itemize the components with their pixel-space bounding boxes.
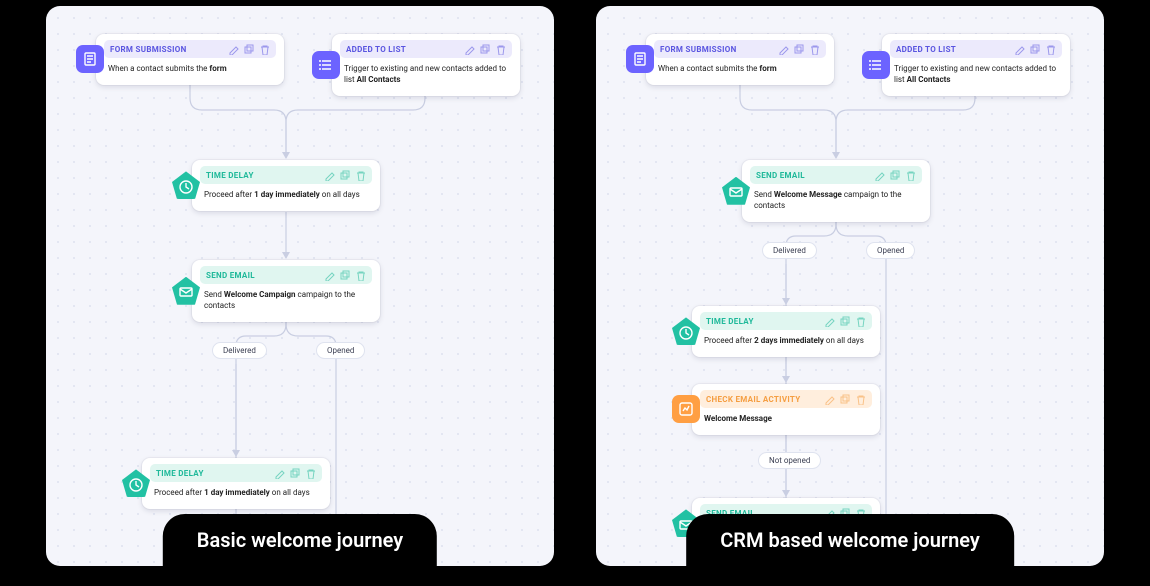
delete-icon[interactable] <box>905 170 916 181</box>
node-title: FORM SUBMISSION <box>660 45 737 54</box>
delete-icon[interactable] <box>1045 44 1056 55</box>
edit-icon[interactable] <box>1015 44 1026 55</box>
node-title: TIME DELAY <box>206 171 254 180</box>
delete-icon[interactable] <box>809 44 820 55</box>
panel-crm-journey: FORM SUBMISSION When a contact submits t… <box>596 6 1104 566</box>
node-title: TIME DELAY <box>706 317 754 326</box>
node-check-email-activity[interactable]: CHECK EMAIL ACTIVITY Welcome Message <box>692 384 880 435</box>
node-title: SEND EMAIL <box>756 171 805 180</box>
edit-icon[interactable] <box>875 170 886 181</box>
duplicate-icon[interactable] <box>840 316 851 327</box>
node-body: Welcome Message <box>700 408 872 427</box>
form-icon <box>76 45 104 73</box>
edit-icon[interactable] <box>325 170 336 181</box>
duplicate-icon[interactable] <box>794 44 805 55</box>
delete-icon[interactable] <box>355 170 366 181</box>
form-icon <box>626 45 654 73</box>
edit-icon[interactable] <box>275 468 286 479</box>
panel-caption: Basic welcome journey <box>163 514 437 566</box>
edit-icon[interactable] <box>825 394 836 405</box>
duplicate-icon[interactable] <box>340 170 351 181</box>
duplicate-icon[interactable] <box>1030 44 1041 55</box>
delete-icon[interactable] <box>305 468 316 479</box>
duplicate-icon[interactable] <box>890 170 901 181</box>
delete-icon[interactable] <box>259 44 270 55</box>
node-body: Send Welcome Campaign campaign to the co… <box>200 284 372 314</box>
edit-icon[interactable] <box>325 270 336 281</box>
delete-icon[interactable] <box>495 44 506 55</box>
branch-pill-not-opened: Not opened <box>758 452 821 469</box>
node-send-email[interactable]: SEND EMAIL Send Welcome Message campaign… <box>742 160 930 222</box>
panel-basic-journey: FORM SUBMISSION When a contact submits t… <box>46 6 554 566</box>
node-body: Proceed after 1 day immediately on all d… <box>150 482 322 501</box>
node-body: Proceed after 2 days immediately on all … <box>700 330 872 349</box>
edit-icon[interactable] <box>465 44 476 55</box>
node-title: SEND EMAIL <box>206 271 255 280</box>
duplicate-icon[interactable] <box>290 468 301 479</box>
delete-icon[interactable] <box>855 394 866 405</box>
duplicate-icon[interactable] <box>840 394 851 405</box>
node-send-email[interactable]: SEND EMAIL Send Welcome Campaign campaig… <box>192 260 380 322</box>
branch-pill-delivered: Delivered <box>212 342 267 359</box>
node-title: ADDED TO LIST <box>346 45 406 54</box>
node-form-submission[interactable]: FORM SUBMISSION When a contact submits t… <box>646 34 834 85</box>
node-title: FORM SUBMISSION <box>110 45 187 54</box>
node-time-delay[interactable]: TIME DELAY Proceed after 2 days immediat… <box>692 306 880 357</box>
node-time-delay[interactable]: TIME DELAY Proceed after 1 day immediate… <box>142 458 330 509</box>
edit-icon[interactable] <box>825 316 836 327</box>
branch-pill-opened: Opened <box>316 342 365 359</box>
node-title: ADDED TO LIST <box>896 45 956 54</box>
node-body: When a contact submits the form <box>654 58 826 77</box>
list-icon <box>312 51 340 79</box>
branch-pill-delivered: Delivered <box>762 242 817 259</box>
edit-icon[interactable] <box>229 44 240 55</box>
duplicate-icon[interactable] <box>480 44 491 55</box>
activity-icon <box>672 395 700 423</box>
node-form-submission[interactable]: FORM SUBMISSION When a contact submits t… <box>96 34 284 85</box>
delete-icon[interactable] <box>355 270 366 281</box>
node-added-to-list[interactable]: ADDED TO LIST Trigger to existing and ne… <box>332 34 520 96</box>
panel-caption: CRM based welcome journey <box>686 514 1014 566</box>
duplicate-icon[interactable] <box>340 270 351 281</box>
duplicate-icon[interactable] <box>244 44 255 55</box>
node-body: When a contact submits the form <box>104 58 276 77</box>
node-body: Send Welcome Message campaign to the con… <box>750 184 922 214</box>
list-icon <box>862 51 890 79</box>
node-title: TIME DELAY <box>156 469 204 478</box>
node-time-delay[interactable]: TIME DELAY Proceed after 1 day immediate… <box>192 160 380 211</box>
node-added-to-list[interactable]: ADDED TO LIST Trigger to existing and ne… <box>882 34 1070 96</box>
edit-icon[interactable] <box>779 44 790 55</box>
node-body: Proceed after 1 day immediately on all d… <box>200 184 372 203</box>
node-body: Trigger to existing and new contacts add… <box>890 58 1062 88</box>
node-body: Trigger to existing and new contacts add… <box>340 58 512 88</box>
node-title: CHECK EMAIL ACTIVITY <box>706 395 800 404</box>
delete-icon[interactable] <box>855 316 866 327</box>
branch-pill-opened: Opened <box>866 242 915 259</box>
